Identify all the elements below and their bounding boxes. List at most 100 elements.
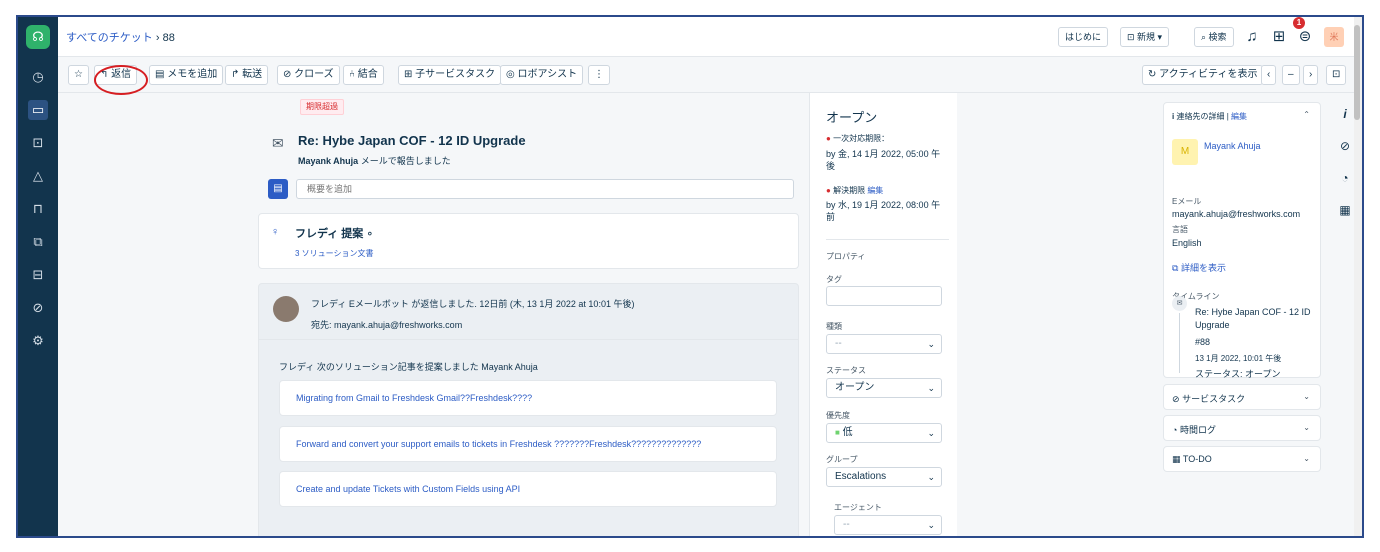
apps-icon[interactable]: ⊜	[1294, 26, 1316, 48]
todo-label: ▦ TO-DO	[1172, 454, 1212, 465]
language-label: 言語	[1172, 225, 1188, 234]
chevron-down-icon: ⌄	[927, 520, 935, 530]
group-value: Escalations	[835, 471, 887, 482]
calendar-icon: ▦	[1172, 454, 1181, 464]
previous-ticket-button[interactable]: ‹	[1261, 65, 1277, 85]
contact-language: English	[1172, 238, 1202, 248]
status-value: オープン	[835, 382, 875, 393]
ticket-toolbar: ☆ ↰ 返信 ▤ メモを追加 ↱ 転送 ⊘ クローズ ⑃ 結合 ⊞ 子サービスタ…	[58, 57, 1362, 93]
ticket-subject: Re: Hybe Japan COF - 12 ID Upgrade	[298, 133, 526, 148]
info-icon[interactable]: i	[1336, 105, 1354, 123]
discover-icon[interactable]: ⊘	[28, 298, 48, 318]
close-ticket-button[interactable]: ⊘ クローズ	[277, 65, 340, 85]
new-dropdown-button[interactable]: ⊡ 新規 ▾	[1120, 27, 1170, 47]
timeline-ticket-title[interactable]: Re: Hybe Japan COF - 12 ID	[1195, 307, 1311, 317]
compass-icon: ⊘	[1172, 394, 1180, 404]
contact-name-link[interactable]: Mayank Ahuja	[1204, 141, 1261, 151]
envelope-icon: ✉	[272, 135, 284, 151]
contact-details-title: 連絡先の詳細	[1176, 112, 1225, 121]
time-log-panel[interactable]: ◔ 時間ログ ⌄	[1163, 415, 1321, 441]
reporter-name[interactable]: Mayank Ahuja	[298, 156, 358, 166]
first-response-label-text: 一次対応期限：	[833, 134, 890, 143]
star-button[interactable]: ☆	[68, 65, 89, 85]
forward-button[interactable]: ↱ 転送	[225, 65, 269, 85]
admin-gear-icon[interactable]: ⚙	[28, 331, 48, 351]
summary-input[interactable]	[296, 179, 794, 199]
timeline-email-icon: ✉	[1172, 296, 1187, 311]
getting-started-button[interactable]: はじめに	[1058, 27, 1109, 47]
overdue-dot-icon: ●	[826, 186, 831, 195]
tickets-icon[interactable]: ▭	[28, 100, 48, 120]
agent-select[interactable]: -- ⌄	[834, 515, 942, 535]
resolution-due: by 水, 19 1月 2022, 08:00 午前	[826, 200, 941, 222]
info-icon: i	[1172, 112, 1175, 121]
timeline-date: 13 1月 2022, 10:01 午後	[1195, 354, 1282, 363]
ticket-reporter: Mayank Ahuja メールで報告しました	[298, 154, 451, 167]
contact-edit-link[interactable]: 編集	[1231, 112, 1247, 121]
merge-button[interactable]: ⑃ 結合	[343, 65, 384, 85]
show-activity-button[interactable]: ↻ アクティビティを表示	[1142, 65, 1264, 85]
add-note-button[interactable]: ▤ メモを追加	[149, 65, 224, 85]
reports-icon[interactable]: ⊟	[28, 265, 48, 285]
ticket-status-title: オープン	[826, 110, 878, 125]
notification-bell-icon[interactable]: ♫	[1241, 26, 1263, 48]
timeline-ticket-title-cont[interactable]: Upgrade	[1195, 320, 1230, 330]
breadcrumb-all-tickets-link[interactable]: すべてのチケット	[66, 32, 153, 44]
first-response-due: by 金, 14 1月 2022, 05:00 午後	[826, 149, 941, 171]
solution-article-link[interactable]: Migrating from Gmail to Freshdesk Gmail?…	[279, 380, 777, 416]
solution-article-link[interactable]: Forward and convert your support emails …	[279, 426, 777, 462]
contact-avatar: M	[1172, 139, 1198, 165]
search-button[interactable]: ⌕ 検索	[1194, 27, 1234, 47]
ticket-list-button[interactable]: –	[1282, 65, 1300, 85]
time-log-label: ◔ 時間ログ	[1172, 423, 1216, 436]
agent-label: エージェント	[834, 503, 882, 512]
contacts-icon[interactable]: ⊡	[28, 133, 48, 153]
user-avatar[interactable]: 米	[1324, 27, 1344, 47]
priority-select[interactable]: ■ 低 ⌄	[826, 423, 942, 443]
scrollbar-thumb[interactable]	[1354, 25, 1360, 120]
resolution-edit-link[interactable]: 編集	[867, 186, 883, 195]
email-label: Eメール	[1172, 197, 1202, 206]
freddy-solutions-link[interactable]: 3 ソリューション文書	[295, 248, 374, 259]
suggestion-intro: フレディ 次のソリューション記事を提案しました Mayank Ahuja	[279, 362, 538, 372]
stopwatch-icon[interactable]: ◔	[1336, 169, 1354, 187]
reply-button[interactable]: ↰ 返信	[94, 65, 138, 85]
bot-reply-body: フレディ 次のソリューション記事を提案しました Mayank Ahuja Mig…	[258, 340, 799, 536]
gift-icon[interactable]: ⊞	[1268, 26, 1290, 48]
expand-view-button[interactable]: ⊡	[1326, 65, 1347, 85]
timeline-line	[1179, 313, 1180, 373]
compass-icon[interactable]: ⊘	[1336, 137, 1354, 155]
calendar-icon[interactable]: ▦	[1336, 201, 1354, 219]
status-select[interactable]: オープン ⌄	[826, 378, 942, 398]
view-details-text: 詳細を表示	[1180, 263, 1226, 273]
page-scrollbar[interactable]	[1354, 17, 1362, 536]
todo-panel[interactable]: ▦ TO-DO ⌄	[1163, 446, 1321, 472]
groups-icon[interactable]: △	[28, 166, 48, 186]
freshdesk-logo-icon[interactable]: ☊	[26, 25, 50, 49]
overdue-tag: 期限超過	[300, 99, 344, 115]
resolution-label: ● 解決期限 編集	[826, 185, 883, 196]
agent-value: --	[843, 519, 850, 530]
tags-input[interactable]	[826, 286, 942, 306]
view-details-link[interactable]: ⧉ 詳細を表示	[1172, 261, 1226, 274]
collapse-chevron-icon[interactable]: ⌃	[1303, 110, 1310, 119]
knowledge-base-icon[interactable]: ⊓	[28, 199, 48, 219]
more-options-button[interactable]: ⋮	[588, 65, 610, 85]
freddy-title: フレディ 提案 ∘	[295, 228, 374, 240]
robo-assist-button[interactable]: ◎ ロボアシスト	[500, 65, 584, 85]
group-label: グループ	[826, 455, 858, 464]
dashboard-icon[interactable]: ◷	[28, 67, 48, 87]
breadcrumb: すべてのチケット › 88	[66, 29, 175, 45]
reporter-suffix: メールで報告しました	[358, 156, 451, 166]
group-select[interactable]: Escalations ⌄	[826, 467, 942, 487]
timeline-ticket-id: #88	[1195, 337, 1211, 347]
top-bar: すべてのチケット › 88 はじめに ⊡ 新規 ▾ ⌕ 検索 ♫ ⊞ 1 ⊜ 米	[58, 17, 1362, 57]
next-ticket-button[interactable]: ›	[1303, 65, 1319, 85]
forums-icon[interactable]: ⧉	[28, 232, 48, 252]
type-select[interactable]: -- ⌄	[826, 334, 942, 354]
breadcrumb-separator: ›	[155, 32, 160, 44]
child-service-task-button[interactable]: ⊞ 子サービスタスク	[398, 65, 502, 85]
service-tasks-panel[interactable]: ⊘ サービスタスク ⌄	[1163, 384, 1321, 410]
solution-article-link[interactable]: Create and update Tickets with Custom Fi…	[279, 471, 777, 507]
summary-note-icon: ▤	[268, 179, 288, 199]
